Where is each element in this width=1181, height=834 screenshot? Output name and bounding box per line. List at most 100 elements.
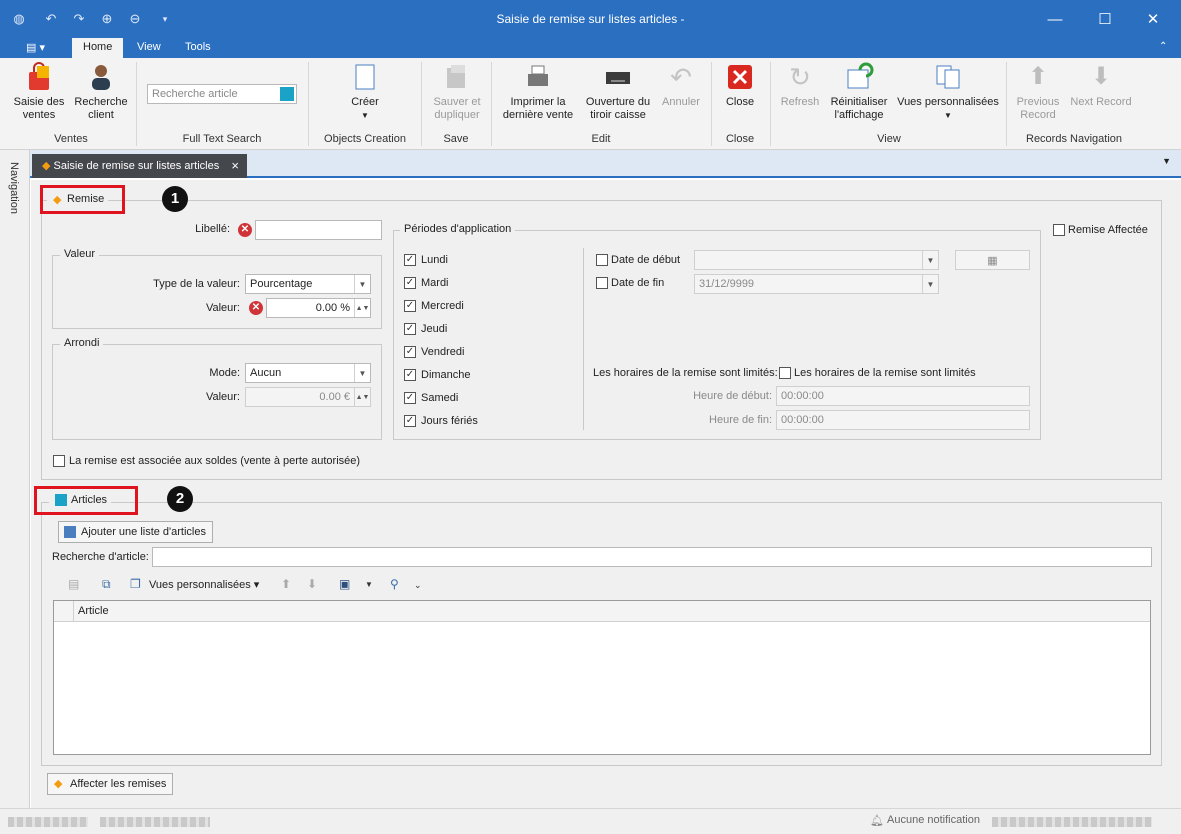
tab-home[interactable]: Home bbox=[72, 38, 124, 58]
ajouter-liste-button[interactable]: Ajouter une liste d'articles bbox=[58, 521, 213, 543]
close-window-button[interactable]: ✕ bbox=[1138, 7, 1168, 31]
libelle-input[interactable] bbox=[255, 220, 382, 240]
search-icon[interactable]: ⚲ bbox=[390, 577, 399, 593]
tab-view[interactable]: View bbox=[126, 38, 172, 58]
chevron-down-icon[interactable]: ⌄ bbox=[414, 580, 422, 596]
day-checkbox[interactable]: ✓ bbox=[404, 369, 416, 381]
shopping-bag-icon bbox=[24, 62, 54, 92]
chevron-down-icon: ▼ bbox=[361, 111, 369, 120]
group-view-label: View bbox=[877, 133, 901, 145]
arrow-down-circle-icon: ⬇ bbox=[1090, 63, 1112, 90]
row-indicator-header bbox=[54, 601, 74, 622]
minimize-button[interactable]: — bbox=[1040, 7, 1070, 31]
date-fin-input[interactable]: 31/12/9999 ▼ bbox=[694, 274, 939, 294]
day-checkbox[interactable]: ✓ bbox=[404, 346, 416, 358]
day-checkbox[interactable]: ✓ bbox=[404, 392, 416, 404]
date-fin-checkbox[interactable] bbox=[596, 277, 608, 289]
day-checkbox[interactable]: ✓ bbox=[404, 300, 416, 312]
ribbon: Saisie des ventes Recherche client Vente… bbox=[0, 58, 1181, 150]
previous-record-button[interactable]: ⬆ Previous Record bbox=[1012, 62, 1064, 122]
grid-icon[interactable]: ▤ bbox=[68, 577, 79, 593]
horaires-checkbox[interactable] bbox=[779, 367, 791, 379]
valeur-label: Valeur: bbox=[205, 302, 240, 314]
save-icon[interactable]: ▣ bbox=[339, 577, 350, 593]
maximize-button[interactable]: ☐ bbox=[1090, 7, 1120, 31]
type-valeur-select[interactable]: Pourcentage ▼ bbox=[245, 274, 371, 294]
reinitialiser-label: Réinitialiser l'affichage bbox=[830, 96, 888, 121]
valeur-value: 0.00 % bbox=[315, 302, 350, 314]
app-menu-button[interactable]: ▤ ▾ bbox=[20, 38, 51, 58]
close-tab-icon[interactable]: × bbox=[231, 158, 239, 173]
day-label: Jeudi bbox=[421, 323, 448, 335]
calendar-button[interactable]: ▦ bbox=[955, 250, 1030, 270]
cash-drawer-icon bbox=[603, 62, 633, 92]
spin-buttons[interactable]: ▲▼ bbox=[354, 299, 370, 317]
save-copy-icon bbox=[442, 62, 472, 92]
vues-personnalisees-button[interactable]: Vues personnalisées ▼ bbox=[896, 62, 1000, 122]
notification-text[interactable]: Aucune notification bbox=[887, 814, 980, 826]
refresh-icon: ↻ bbox=[789, 62, 811, 92]
chevron-down-icon[interactable]: ▼ bbox=[922, 275, 938, 293]
arrondi-valeur-value: 0.00 € bbox=[319, 391, 350, 403]
day-checkbox[interactable]: ✓ bbox=[404, 415, 416, 427]
vues-personnalisees-menu[interactable]: Vues personnalisées ▾ bbox=[149, 578, 259, 591]
imprimer-label: Imprimer la dernière vente bbox=[502, 96, 574, 121]
step-badge: 1 bbox=[162, 186, 188, 212]
tab-list-dropdown-icon[interactable]: ▼ bbox=[1162, 156, 1171, 166]
arrow-down-circle-icon[interactable]: ⬇ bbox=[307, 577, 317, 593]
tab-saisie-remise[interactable]: ◆ Saisie de remise sur listes articles × bbox=[32, 154, 247, 178]
group-edit-label: Edit bbox=[591, 133, 611, 145]
sauver-dupliquer-button[interactable]: Sauver et dupliquer bbox=[427, 62, 487, 122]
chevron-down-icon: ▼ bbox=[944, 111, 952, 120]
printer-icon bbox=[523, 62, 553, 92]
chevron-down-icon[interactable]: ▼ bbox=[365, 580, 373, 596]
arrow-up-circle-icon[interactable]: ⬆ bbox=[281, 577, 291, 593]
arrondi-valeur-input[interactable]: 0.00 € ▲▼ bbox=[245, 387, 371, 407]
ouverture-tiroir-label: Ouverture du tiroir caisse bbox=[585, 96, 651, 121]
ribbon-separator bbox=[1006, 62, 1007, 146]
heure-fin-input[interactable]: 00:00:00 bbox=[776, 410, 1030, 430]
search-icon[interactable] bbox=[280, 87, 294, 101]
date-debut-checkbox[interactable] bbox=[596, 254, 608, 266]
affecter-remises-button[interactable]: ◆ Affecter les remises bbox=[47, 773, 174, 795]
day-checkbox[interactable]: ✓ bbox=[404, 254, 416, 266]
creer-button[interactable]: Créer ▼ bbox=[335, 62, 395, 122]
imprimer-button[interactable]: Imprimer la dernière vente bbox=[498, 62, 578, 122]
tab-tools[interactable]: Tools bbox=[174, 38, 222, 58]
refresh-button[interactable]: ↻ Refresh bbox=[776, 62, 824, 109]
export-icon[interactable]: ⧉ bbox=[102, 577, 111, 593]
heure-debut-input[interactable]: 00:00:00 bbox=[776, 386, 1030, 406]
articles-grid[interactable]: Article bbox=[53, 600, 1151, 755]
chevron-down-icon[interactable]: ▼ bbox=[354, 364, 370, 382]
discount-icon: ◆ bbox=[54, 778, 63, 790]
day-checkbox[interactable]: ✓ bbox=[404, 277, 416, 289]
horaires-checkbox-label: Les horaires de la remise sont limités bbox=[794, 367, 976, 379]
views-icon[interactable]: ❐ bbox=[130, 577, 141, 593]
day-checkbox[interactable]: ✓ bbox=[404, 323, 416, 335]
date-debut-input[interactable]: ▼ bbox=[694, 250, 939, 270]
annuler-button[interactable]: ↶ Annuler bbox=[658, 62, 704, 109]
mode-select[interactable]: Aucun ▼ bbox=[245, 363, 371, 383]
reinitialiser-button[interactable]: Réinitialiser l'affichage bbox=[828, 62, 890, 122]
valeur-spin-input[interactable]: 0.00 % ▲▼ bbox=[266, 298, 371, 318]
ribbon-separator bbox=[770, 62, 771, 146]
recherche-client-button[interactable]: Recherche client bbox=[72, 62, 130, 122]
next-record-button[interactable]: ⬇ Next Record bbox=[1068, 62, 1134, 109]
chevron-down-icon[interactable]: ▼ bbox=[922, 251, 938, 269]
soldes-checkbox[interactable] bbox=[53, 455, 65, 467]
recherche-article-input[interactable] bbox=[152, 547, 1152, 567]
close-button[interactable]: Close bbox=[718, 62, 762, 109]
day-label: Mercredi bbox=[421, 300, 464, 312]
vues-personnalisees-menu-label: Vues personnalisées bbox=[149, 579, 251, 591]
saisie-ventes-button[interactable]: Saisie des ventes bbox=[12, 62, 66, 122]
collapse-ribbon-icon[interactable]: ⌃ bbox=[1148, 38, 1178, 58]
ouverture-tiroir-button[interactable]: Ouverture du tiroir caisse bbox=[582, 62, 654, 122]
bell-icon: 🔔︎ bbox=[870, 815, 884, 827]
spin-buttons[interactable]: ▲▼ bbox=[354, 388, 370, 406]
remise-affectee-checkbox[interactable] bbox=[1053, 224, 1065, 236]
day-label: Vendredi bbox=[421, 346, 465, 358]
navigation-pane[interactable]: Navigation bbox=[0, 150, 30, 834]
column-header-article[interactable]: Article bbox=[78, 605, 109, 617]
chevron-down-icon[interactable]: ▼ bbox=[354, 275, 370, 293]
search-article-input[interactable]: Recherche article bbox=[147, 84, 297, 104]
